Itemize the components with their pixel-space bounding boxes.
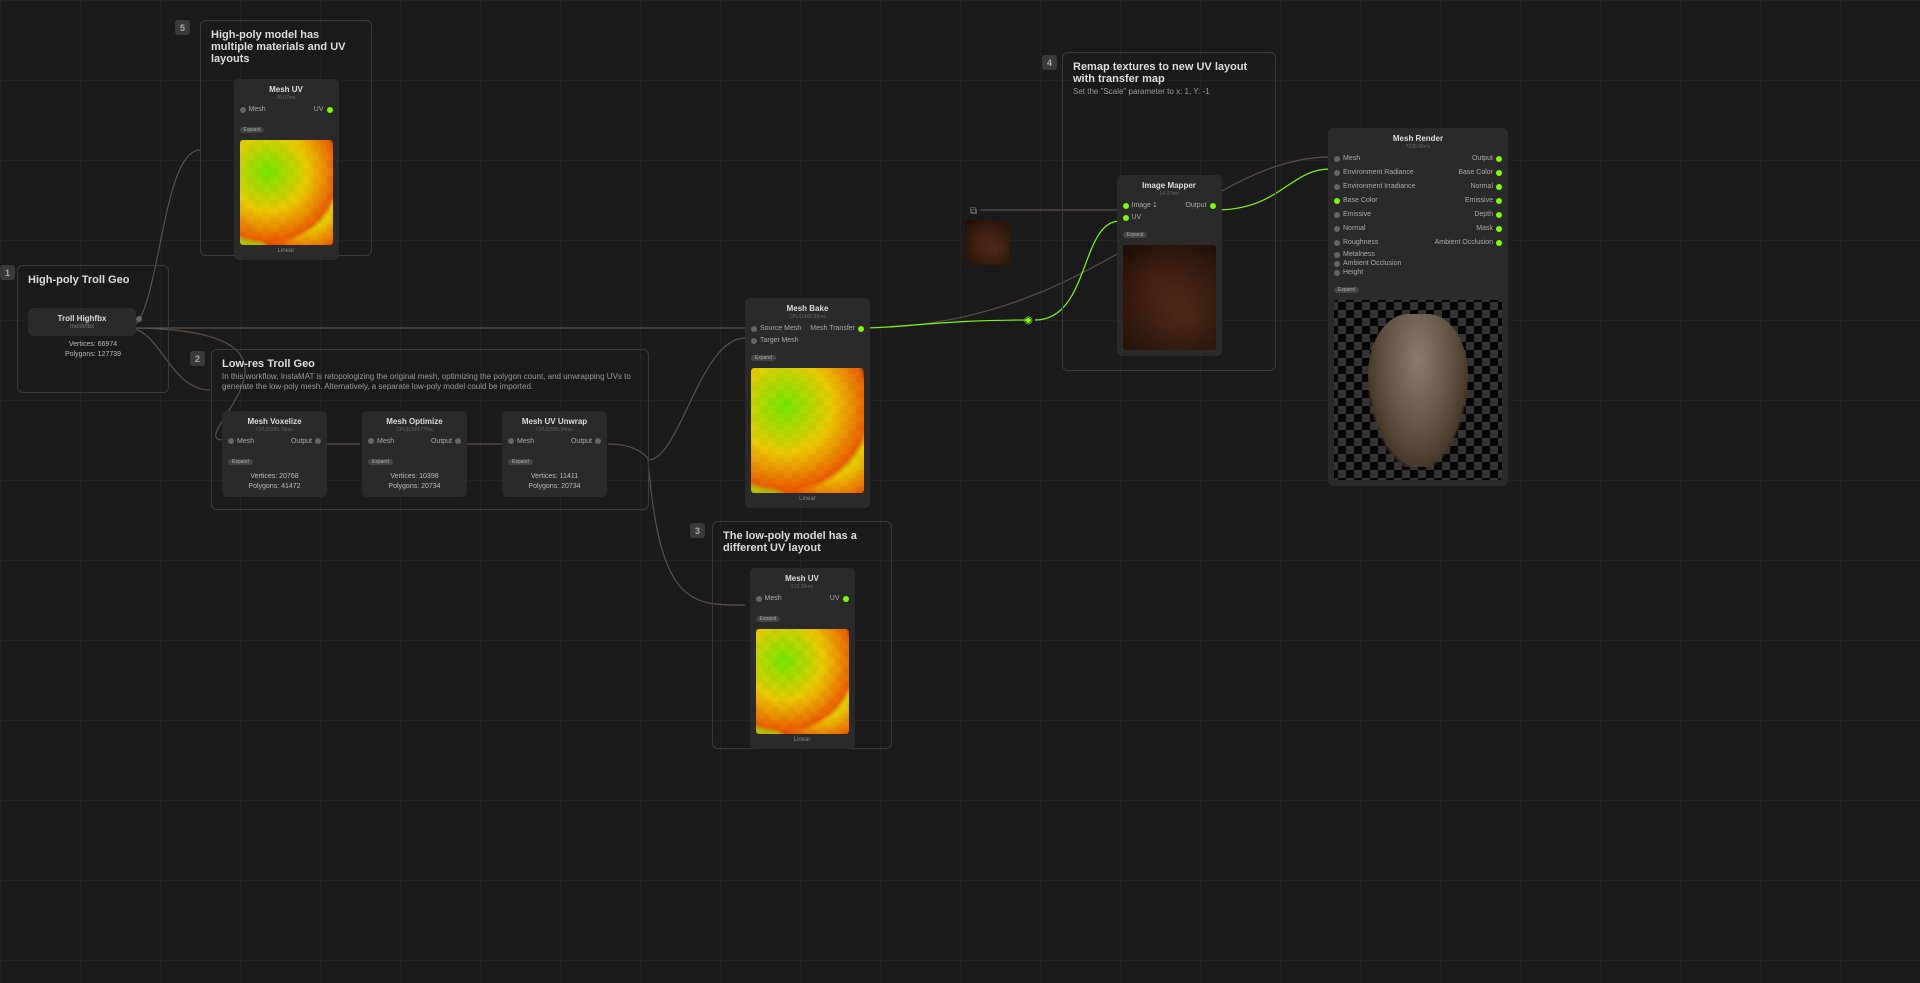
- group-highpoly-multi[interactable]: High-poly model has multiple materials a…: [200, 20, 372, 256]
- node-mesh-voxelize[interactable]: Mesh Voxelize CPU|3200.76ms Mesh Output …: [222, 411, 327, 498]
- expand-button[interactable]: Expand: [368, 459, 393, 465]
- group-lowres-troll[interactable]: Low-res Troll Geo In this workflow, Inst…: [211, 349, 649, 510]
- port-target-mesh[interactable]: Target Mesh: [751, 337, 864, 344]
- expand-button[interactable]: Expand: [1334, 287, 1359, 293]
- port-mask[interactable]: Mask: [1476, 225, 1502, 232]
- group-title: High-poly model has multiple materials a…: [211, 29, 361, 65]
- node-mesh-render[interactable]: Mesh Render 7338.68ms MeshOutput Environ…: [1328, 128, 1508, 486]
- port-source-mesh[interactable]: Source Mesh: [751, 325, 801, 332]
- mesh-stats: Vertices: 66974 Polygons: 127739: [28, 340, 158, 360]
- port-emissive-out[interactable]: Emissive: [1465, 197, 1502, 204]
- render-preview: [1334, 300, 1502, 480]
- port-output[interactable]: Output: [571, 438, 601, 445]
- port-height[interactable]: Height: [1334, 269, 1502, 276]
- node-mesh-optimize[interactable]: Mesh Optimize CPU|1394.77ms Mesh Output …: [362, 411, 467, 498]
- port-mesh-in[interactable]: Mesh: [508, 438, 534, 445]
- group-title: The low-poly model has a different UV la…: [723, 530, 863, 554]
- relay-transfer-icon: ◉: [1024, 315, 1033, 326]
- output-port[interactable]: [136, 316, 142, 322]
- expand-button[interactable]: Expand: [240, 127, 265, 133]
- step-badge-2: 2: [190, 351, 205, 366]
- port-depth[interactable]: Depth: [1474, 211, 1502, 218]
- group-remap[interactable]: Remap textures to new UV layout with tra…: [1062, 52, 1276, 371]
- port-env-irr[interactable]: Environment Irradiance: [1334, 183, 1415, 190]
- group-title: High-poly Troll Geo: [28, 274, 158, 286]
- step-badge-5: 5: [175, 20, 190, 35]
- port-uv-in[interactable]: UV: [1123, 214, 1216, 221]
- expand-button[interactable]: Expand: [1123, 232, 1148, 238]
- group-desc: In this workflow, InstaMAT is retopologi…: [222, 372, 632, 393]
- node-mesh-uv-1[interactable]: Mesh UV 29.07ms Mesh UV Expand Linear: [234, 79, 339, 260]
- port-output[interactable]: Output: [1185, 202, 1215, 209]
- group-title: Low-res Troll Geo: [222, 358, 638, 370]
- port-uv-out[interactable]: UV: [314, 106, 333, 113]
- expand-button[interactable]: Expand: [508, 459, 533, 465]
- port-output[interactable]: Output: [431, 438, 461, 445]
- port-image1[interactable]: Image 1: [1123, 202, 1157, 209]
- port-mesh-in[interactable]: Mesh: [368, 438, 394, 445]
- node-troll-highfbx[interactable]: Troll Highfbx mesh/fbx: [28, 308, 136, 336]
- port-mesh[interactable]: Mesh: [1334, 155, 1360, 162]
- port-env-rad[interactable]: Environment Radiance: [1334, 169, 1414, 176]
- port-mesh-in[interactable]: Mesh: [228, 438, 254, 445]
- port-metalness[interactable]: Metalness: [1334, 251, 1502, 258]
- node-mesh-uv-unwrap[interactable]: Mesh UV Unwrap CPU|3500.94ms Mesh Output…: [502, 411, 607, 498]
- port-basecolor[interactable]: Base Color: [1334, 197, 1378, 204]
- node-texture-thumbnail[interactable]: [965, 220, 1010, 265]
- expand-button[interactable]: Expand: [751, 355, 776, 361]
- port-basecolor-out[interactable]: Base Color: [1458, 169, 1502, 176]
- port-mesh-in[interactable]: Mesh: [240, 106, 266, 113]
- step-badge-1: 1: [0, 265, 15, 280]
- port-ao[interactable]: Ambient Occlusion: [1334, 260, 1502, 267]
- node-image-mapper[interactable]: Image Mapper 14.07ms Image 1 Output UV E…: [1117, 175, 1222, 356]
- group-desc: Set the "Scale" parameter to x: 1, Y: -1: [1073, 87, 1265, 97]
- uv-preview: [240, 140, 333, 245]
- step-badge-3: 3: [690, 523, 705, 538]
- port-output[interactable]: Output: [1472, 155, 1502, 162]
- node-mesh-uv-2[interactable]: Mesh UV 210.35ms Mesh UV Expand Linear: [750, 568, 855, 749]
- port-ao-out[interactable]: Ambient Occlusion: [1435, 239, 1502, 246]
- expand-button[interactable]: Expand: [756, 616, 781, 622]
- port-output[interactable]: Output: [291, 438, 321, 445]
- expand-button[interactable]: Expand: [228, 459, 253, 465]
- texture-preview: [965, 220, 1010, 265]
- port-normal[interactable]: Normal: [1334, 225, 1366, 232]
- port-mesh-transfer[interactable]: Mesh Transfer: [810, 325, 864, 332]
- port-normal-out[interactable]: Normal: [1470, 183, 1502, 190]
- port-roughness[interactable]: Roughness: [1334, 239, 1378, 246]
- step-badge-4: 4: [1042, 55, 1057, 70]
- node-mesh-bake[interactable]: Mesh Bake CPU|1405.38ms Source Mesh Mesh…: [745, 298, 870, 508]
- port-emissive[interactable]: Emissive: [1334, 211, 1371, 218]
- port-uv-out[interactable]: UV: [830, 595, 849, 602]
- group-lowpoly-uv[interactable]: The low-poly model has a different UV la…: [712, 521, 892, 749]
- group-title: Remap textures to new UV layout with tra…: [1073, 61, 1263, 85]
- relay-icon: ⧉: [970, 206, 977, 217]
- uv-preview: [756, 629, 849, 734]
- mapper-preview: [1123, 245, 1216, 350]
- port-mesh-in[interactable]: Mesh: [756, 595, 782, 602]
- bake-preview: [751, 368, 864, 493]
- group-highpoly-troll[interactable]: High-poly Troll Geo Troll Highfbx mesh/f…: [17, 265, 169, 393]
